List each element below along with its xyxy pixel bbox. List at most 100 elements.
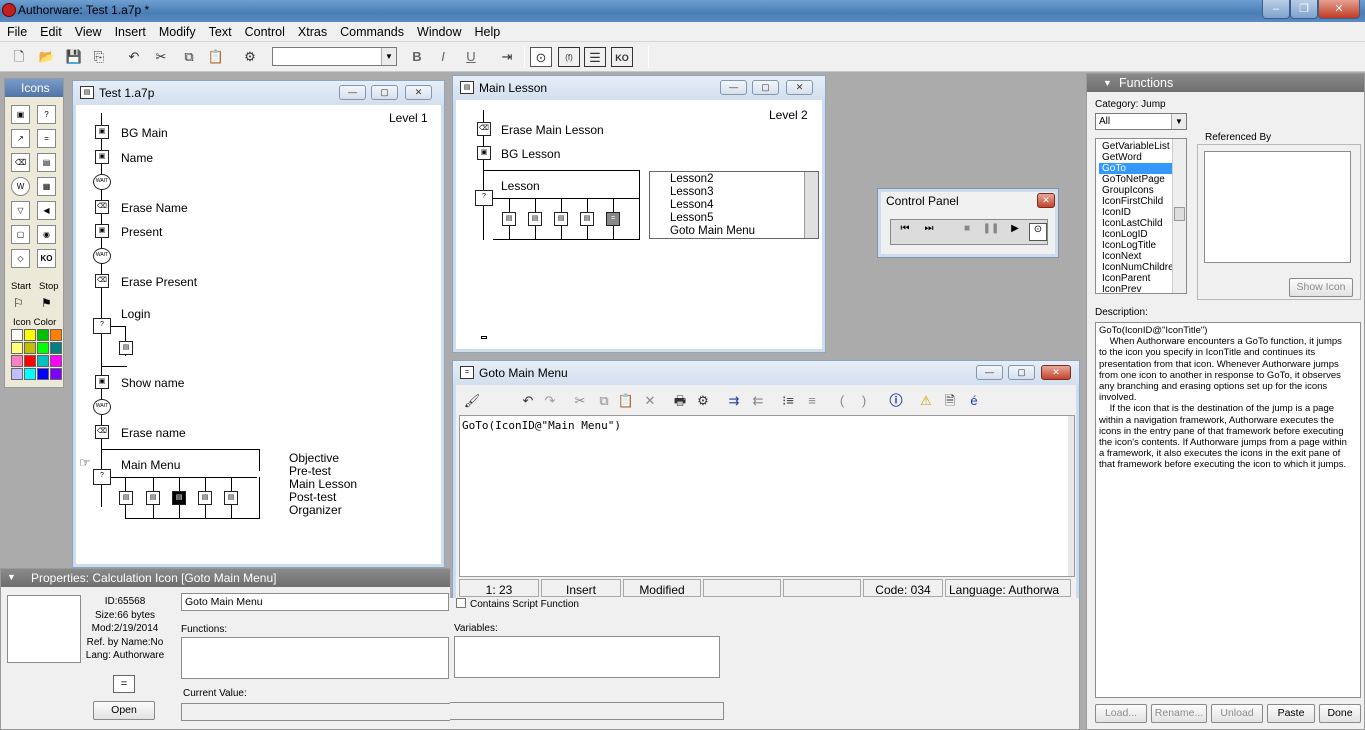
flow-icon-erase-name-2[interactable]: ⌫ <box>95 425 109 439</box>
flow-icon-lesson3[interactable]: ▤ <box>528 212 542 226</box>
flow-icon-name[interactable]: ▣ <box>95 150 109 164</box>
flow-icon-main-lesson[interactable]: ▤ <box>172 491 186 505</box>
redo-icon[interactable]: ↷ <box>539 391 561 411</box>
flow-icon-erase-name[interactable]: ⌫ <box>95 200 109 214</box>
find-icon[interactable]: ⚙ <box>239 47 261 67</box>
icon-color-swatch[interactable] <box>50 355 62 367</box>
flow-icon-goto-main-menu[interactable]: = <box>606 212 620 226</box>
icon-color-swatch[interactable] <box>11 368 23 380</box>
reset-icon[interactable]: ⏭ <box>919 223 939 241</box>
list-item[interactable]: Lesson3 <box>650 186 818 198</box>
icon-color-swatch[interactable] <box>24 368 36 380</box>
flow-icon-lesson4[interactable]: ▤ <box>554 212 568 226</box>
done-button[interactable]: Done <box>1319 704 1361 723</box>
referenced-by-list[interactable] <box>1204 151 1351 263</box>
flow-icon-erase-main-lesson[interactable]: ⌫ <box>477 122 491 136</box>
copy-icon[interactable]: ⧉ <box>593 391 615 411</box>
variables-field[interactable] <box>454 636 720 678</box>
menu-window[interactable]: Window <box>410 22 467 39</box>
scrollbar-thumb[interactable] <box>1174 207 1185 221</box>
find-icon[interactable]: ⚙ <box>692 391 714 411</box>
lesson-minimize-button[interactable]: — <box>720 80 747 95</box>
collapse-arrow-icon[interactable]: ▼ <box>1103 78 1112 88</box>
interaction-icon[interactable]: ? <box>93 318 111 334</box>
test-close-button[interactable]: ✕ <box>405 85 432 100</box>
icon-color-swatch[interactable] <box>50 368 62 380</box>
menu-view[interactable]: View <box>68 22 108 39</box>
category-select[interactable]: All ▼ <box>1095 113 1187 130</box>
framework-icon[interactable]: ? <box>475 190 493 206</box>
editor-scrollbar[interactable] <box>1068 416 1074 576</box>
trace-icon[interactable]: ⊙ <box>1029 223 1047 241</box>
list-item[interactable]: Lesson4 <box>650 199 818 211</box>
flow-icon-organizer[interactable]: ▤ <box>224 491 238 505</box>
lesson-close-button[interactable]: ✕ <box>786 80 813 95</box>
unload-button[interactable]: Unload <box>1211 704 1263 723</box>
restart-icon[interactable]: ⏮ <box>895 223 915 241</box>
indent-icon[interactable]: ⇉ <box>723 391 745 411</box>
icon-color-swatch[interactable] <box>50 329 62 341</box>
menu-edit[interactable]: Edit <box>33 22 68 39</box>
comment-icon[interactable]: ⁝≡ <box>777 391 799 411</box>
display-icon[interactable]: ▣ <box>11 105 30 124</box>
decision-icon[interactable]: ◇ <box>11 249 30 268</box>
font-combo[interactable]: ▼ <box>272 47 397 66</box>
flow-icon-present[interactable]: ▣ <box>95 224 109 238</box>
wait-icon[interactable]: WAIT <box>93 399 111 415</box>
cut-icon[interactable]: ✂ <box>150 47 172 67</box>
sound-icon[interactable]: ◀ <box>37 201 56 220</box>
open-button[interactable]: Open <box>93 701 155 720</box>
control-panel-close-button[interactable]: ✕ <box>1037 193 1055 208</box>
motion-icon[interactable]: ↗ <box>11 129 30 148</box>
flow-icon-bg-lesson[interactable]: ▣ <box>477 146 491 160</box>
code-editor[interactable]: GoTo(IconID@"Main Menu") <box>459 415 1075 577</box>
play-icon[interactable]: ▶ <box>1005 223 1025 241</box>
icon-color-swatch[interactable] <box>24 329 36 341</box>
variables-icon[interactable]: ☰ <box>584 47 606 67</box>
pause-icon[interactable]: ❚❚ <box>981 223 1001 241</box>
icon-color-swatch[interactable] <box>37 355 49 367</box>
icon-color-swatch[interactable] <box>11 355 23 367</box>
movie-icon[interactable]: ▦ <box>37 177 56 196</box>
framework-icon[interactable]: ? <box>93 469 111 485</box>
save-all-icon[interactable]: 💾 <box>63 47 85 67</box>
icon-color-swatch[interactable] <box>24 342 36 354</box>
erase-icon[interactable]: ⌫ <box>11 153 30 172</box>
map-icon[interactable]: ▤ <box>37 153 56 172</box>
paste-icon[interactable]: 📋 <box>205 47 227 67</box>
italic-button[interactable]: I <box>432 47 454 67</box>
symbol-icon[interactable]: é <box>963 391 985 411</box>
stop-flag-icon[interactable]: ⚑ <box>41 296 52 310</box>
maximize-button[interactable]: ❐ <box>1290 0 1318 19</box>
import-icon[interactable]: ⎘ <box>88 47 110 67</box>
menu-insert[interactable]: Insert <box>108 22 152 39</box>
menu-commands[interactable]: Commands <box>333 22 410 39</box>
lesson-maximize-button[interactable]: ▢ <box>752 80 779 95</box>
editor-close-button[interactable]: ✕ <box>1041 365 1071 380</box>
print-icon[interactable]: 🖶 <box>669 391 691 411</box>
control-panel-icon[interactable]: ⊙ <box>530 47 552 67</box>
icon-color-swatch[interactable] <box>37 342 49 354</box>
bold-button[interactable]: B <box>406 47 428 67</box>
new-icon[interactable]: 🗋 <box>8 47 30 67</box>
copy-icon[interactable]: ⧉ <box>178 47 200 67</box>
wait-icon[interactable]: WAIT <box>93 174 111 190</box>
interaction-icon[interactable]: ? <box>37 105 56 124</box>
open-icon[interactable]: 📂 <box>36 47 58 67</box>
functions-list[interactable]: GetVariableList GetWord GoTo GoToNetPage Gro… <box>1095 138 1187 294</box>
code-text[interactable]: GoTo(IconID@"Main Menu") <box>462 419 621 432</box>
functions-field[interactable] <box>181 637 449 679</box>
list-item[interactable]: Goto Main Menu <box>650 225 818 237</box>
icon-color-swatch[interactable] <box>50 342 62 354</box>
flow-icon-erase-present[interactable]: ⌫ <box>95 274 109 288</box>
menu-modify[interactable]: Modify <box>152 22 202 39</box>
menu-control[interactable]: Control <box>238 22 291 39</box>
run-icon[interactable]: ⇥ <box>496 47 518 67</box>
icon-color-swatch[interactable] <box>11 329 23 341</box>
navigate-icon[interactable]: ▽ <box>11 201 30 220</box>
cut-icon[interactable]: ✂ <box>569 391 591 411</box>
paste-button[interactable]: Paste <box>1267 704 1315 723</box>
warning-icon[interactable]: ⚠ <box>915 391 937 411</box>
menu-xtras[interactable]: Xtras <box>291 22 333 39</box>
icon-color-swatch[interactable] <box>37 329 49 341</box>
